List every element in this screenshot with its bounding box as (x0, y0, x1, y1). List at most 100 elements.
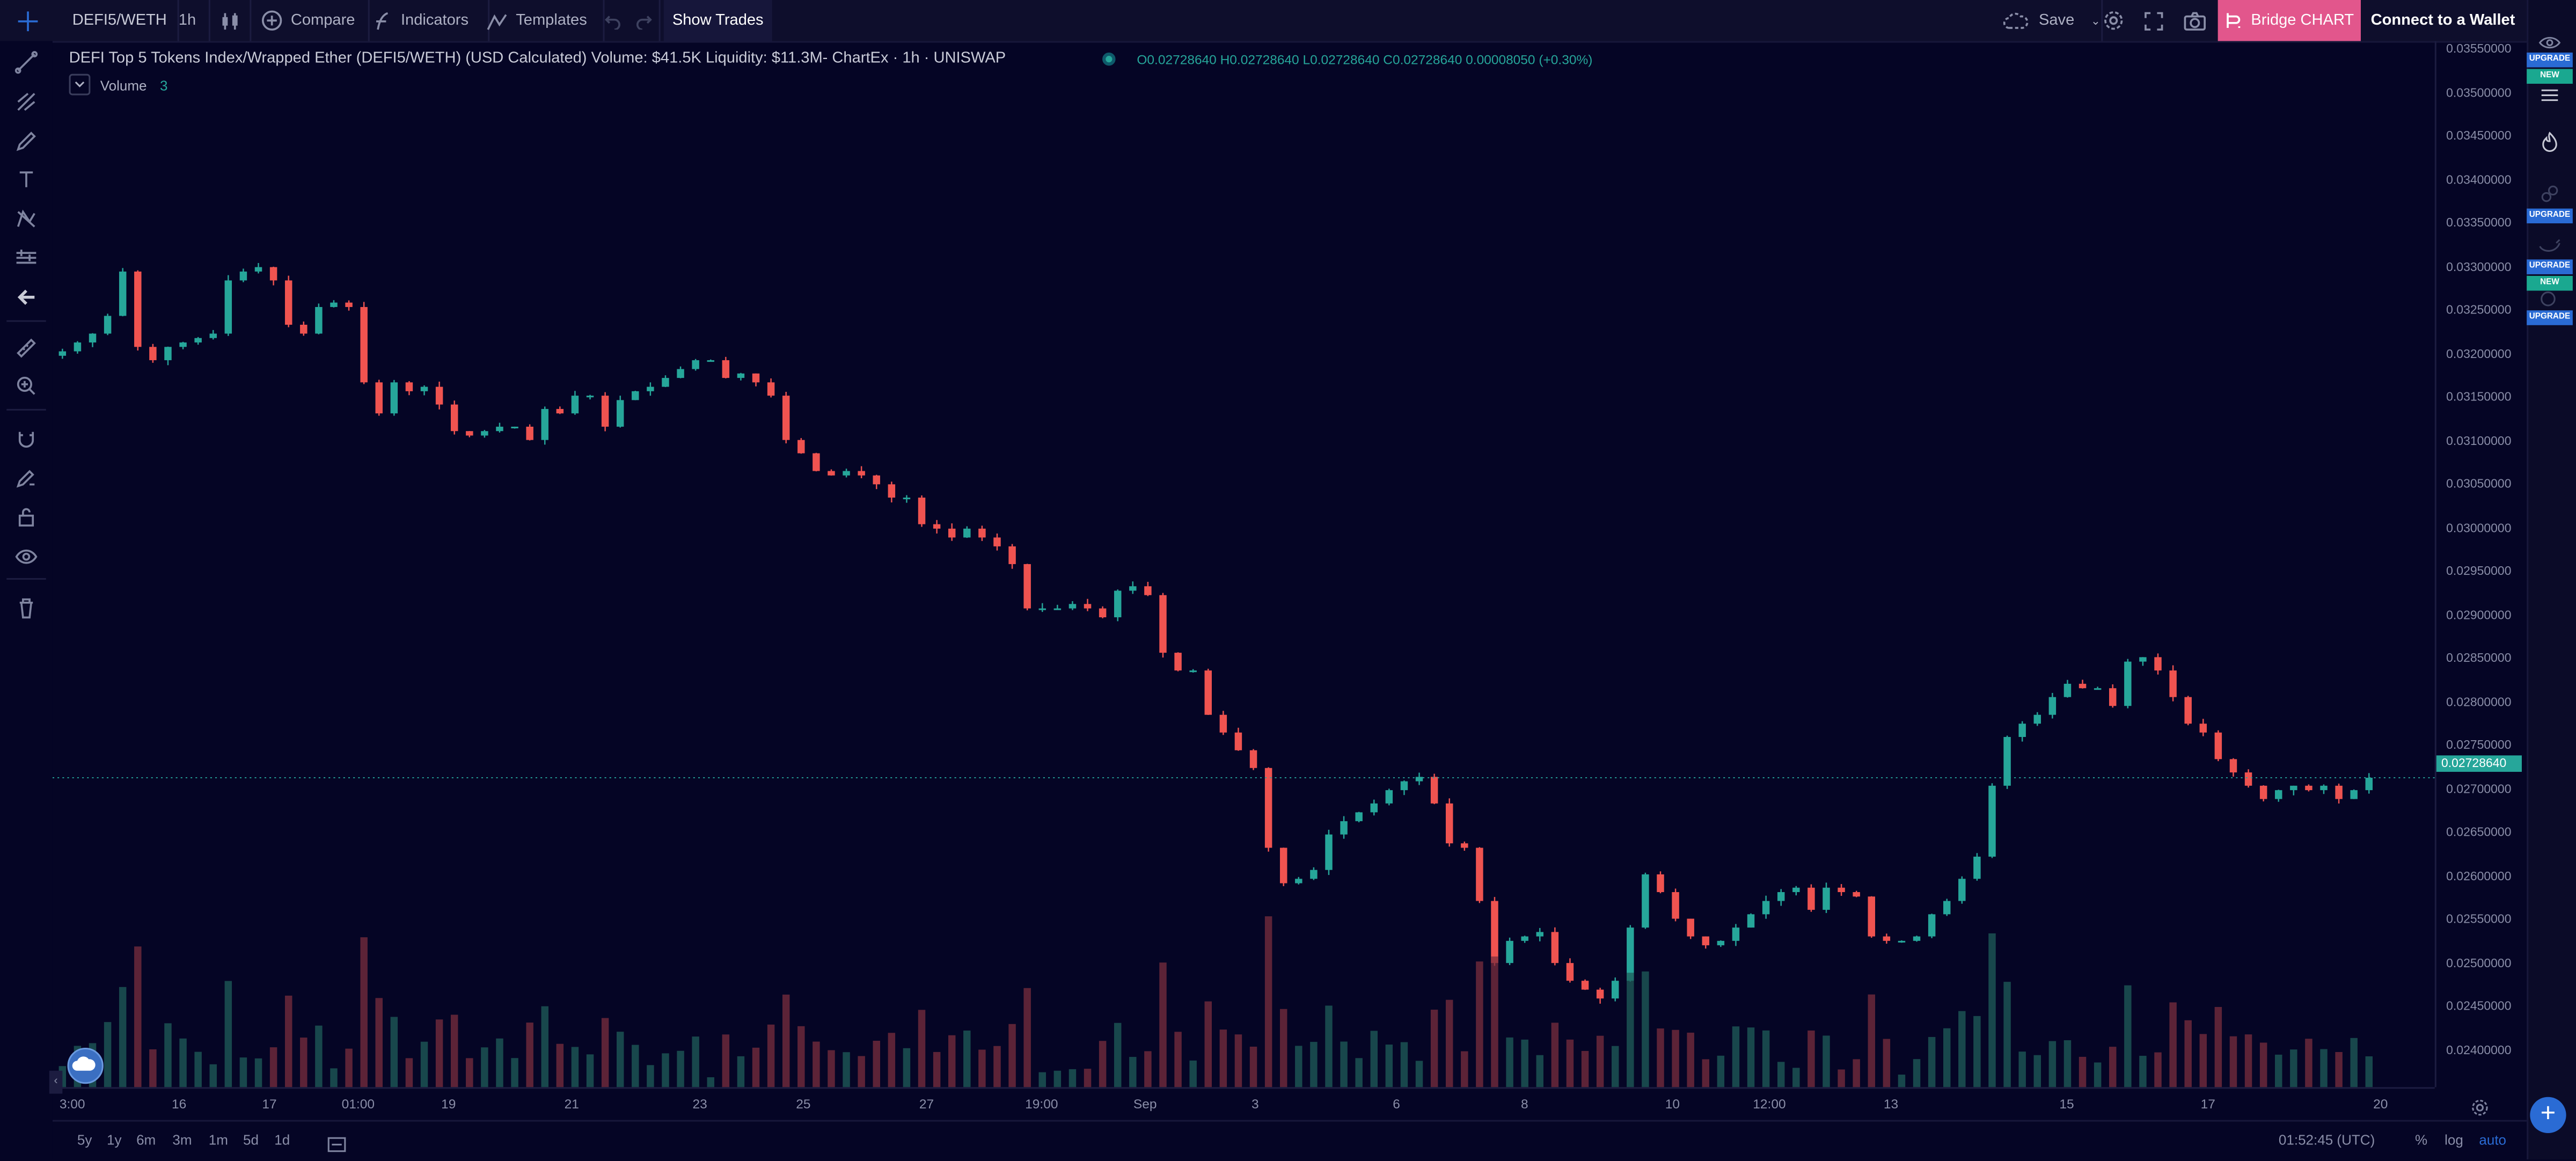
pitchfork-icon[interactable] (11, 87, 41, 116)
candle (345, 302, 353, 307)
save-button[interactable]: Save ⌄ (1993, 0, 2103, 41)
volume-bar (2124, 985, 2132, 1087)
candle (1506, 940, 1513, 963)
ruler-icon[interactable] (11, 333, 41, 363)
interval-button[interactable]: 1h (166, 0, 210, 41)
range-1y-button[interactable]: 1y (107, 1131, 122, 1148)
zoom-in-icon[interactable] (11, 371, 41, 400)
volume-bar (284, 995, 292, 1087)
price-axis-label: 0.03300000 (2446, 258, 2512, 274)
cloud-icon (2003, 11, 2029, 30)
show-trades-button[interactable]: Show Trades (663, 0, 772, 41)
gear-icon[interactable] (2098, 0, 2127, 41)
volume-bar (601, 1018, 609, 1087)
compare-button[interactable]: Compare (251, 0, 370, 41)
candle (119, 271, 127, 316)
fullscreen-icon[interactable] (2139, 0, 2169, 41)
candle (149, 347, 157, 361)
price-axis-label: 0.03550000 (2446, 41, 2512, 56)
price-axis-label: 0.02950000 (2446, 563, 2512, 578)
percent-toggle[interactable]: % (2415, 1131, 2427, 1148)
weather-logo-icon[interactable] (67, 1047, 104, 1084)
redo-icon[interactable] (629, 0, 661, 41)
volume-bar (511, 1058, 518, 1087)
upgrade-badge[interactable]: UPGRADE (2527, 52, 2573, 68)
candle (1385, 790, 1393, 804)
indicators-button[interactable]: Indicators (360, 0, 490, 41)
range-5y-button[interactable]: 5y (77, 1131, 92, 1148)
candle (134, 271, 142, 347)
time-axis-label: 15 (2059, 1097, 2074, 1112)
range-1m-button[interactable]: 1m (209, 1131, 228, 1148)
trash-icon[interactable] (11, 593, 41, 622)
volume-bar (933, 1052, 941, 1087)
indicators-icon (373, 11, 393, 31)
range-1d-button[interactable]: 1d (274, 1131, 290, 1148)
price-axis-label: 0.03450000 (2446, 128, 2512, 143)
candle (375, 382, 383, 414)
stay-drawing-icon[interactable] (11, 463, 41, 493)
log-toggle[interactable]: log (2445, 1131, 2463, 1148)
candle (1008, 546, 1016, 564)
volume-bar (224, 981, 232, 1087)
arrow-back-icon[interactable] (11, 282, 41, 312)
volume-bar (1943, 1028, 1951, 1087)
upgrade-badge[interactable]: UPGRADE (2527, 310, 2573, 325)
price-axis-label: 0.02400000 (2446, 1042, 2512, 1057)
pattern-icon[interactable] (11, 203, 41, 233)
volume-bar (1038, 1072, 1046, 1087)
lock-icon[interactable] (11, 502, 41, 532)
auto-toggle[interactable]: auto (2479, 1131, 2506, 1148)
brush-icon[interactable] (11, 127, 41, 156)
candle (2305, 785, 2312, 791)
range-5d-button[interactable]: 5d (243, 1131, 259, 1148)
date-range-icon[interactable] (327, 1131, 347, 1161)
list-icon[interactable] (2540, 82, 2560, 112)
price-chart[interactable] (52, 41, 2435, 1087)
volume-bar (2199, 1034, 2207, 1087)
symbol-search[interactable]: DEFI5/WETH (59, 0, 179, 41)
text-icon[interactable] (11, 164, 41, 194)
link-icon[interactable] (2540, 182, 2560, 212)
volume-bar (722, 1034, 730, 1087)
volume-bar (2320, 1049, 2328, 1087)
undo-icon[interactable] (599, 0, 626, 41)
chevron-down-icon[interactable] (69, 74, 91, 96)
time-axis[interactable] (52, 1087, 2435, 1121)
templates-button[interactable]: Templates (477, 0, 605, 41)
camera-icon[interactable] (2180, 0, 2209, 41)
utc-clock[interactable]: 01:52:45 (UTC) (2279, 1131, 2375, 1148)
candle (1898, 940, 1906, 943)
candle (1234, 732, 1242, 750)
magnet-icon[interactable] (11, 423, 41, 453)
fire-icon[interactable] (2542, 132, 2558, 161)
volume-bar (647, 1065, 654, 1087)
eye-icon[interactable] (11, 542, 41, 572)
volume-bar (1279, 1009, 1287, 1087)
range-3m-button[interactable]: 3m (172, 1131, 192, 1148)
connect-wallet-button[interactable]: Connect to a Wallet (2361, 0, 2525, 41)
volume-bar (1913, 1059, 1921, 1087)
trend-line-icon[interactable] (11, 48, 41, 77)
range-6m-button[interactable]: 6m (136, 1131, 156, 1148)
add-button[interactable]: + (2530, 1097, 2566, 1134)
volume-bar (1551, 1023, 1559, 1087)
candle (933, 524, 941, 529)
candle (435, 386, 443, 405)
volume-bar (164, 1023, 172, 1087)
price-axis-label: 0.02700000 (2446, 780, 2512, 796)
volume-bar (1023, 988, 1031, 1087)
candles-icon[interactable] (210, 0, 252, 41)
candle (1792, 887, 1800, 893)
upgrade-badge[interactable]: UPGRADE (2527, 259, 2573, 274)
volume-bar (2229, 1036, 2237, 1087)
prediction-icon[interactable] (11, 243, 41, 273)
time-axis-label: 25 (796, 1097, 811, 1112)
volume-bar (2350, 1038, 2358, 1087)
volume-bar (2244, 1034, 2252, 1087)
price-axis-label: 0.03250000 (2446, 302, 2512, 317)
crosshair-icon[interactable] (10, 0, 46, 41)
upgrade-badge[interactable]: UPGRADE (2527, 208, 2573, 224)
scroll-left-arrow-icon[interactable]: ‹ (49, 1070, 63, 1094)
bridge-chart-button[interactable]: Bridge CHART (2218, 0, 2361, 41)
